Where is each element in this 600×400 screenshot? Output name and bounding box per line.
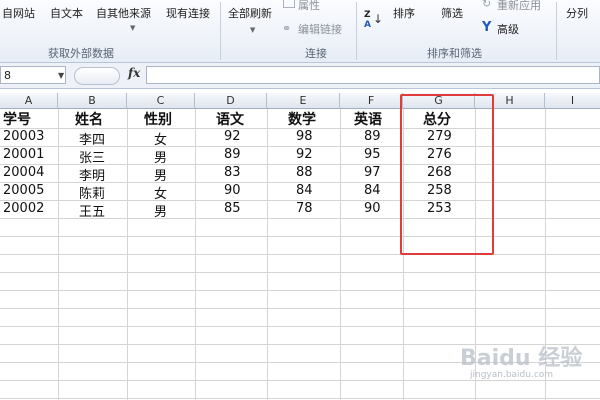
table-cell[interactable]: 95 xyxy=(364,147,381,162)
formula-input[interactable] xyxy=(146,66,600,84)
table-header-cell[interactable]: 学号 xyxy=(3,109,31,129)
table-cell[interactable]: 84 xyxy=(296,183,313,198)
table-header-cell[interactable]: 语文 xyxy=(216,109,244,129)
table-cell[interactable]: 89 xyxy=(364,129,381,144)
grid-line xyxy=(0,236,600,237)
table-header-cell[interactable]: 英语 xyxy=(354,109,382,129)
table-cell[interactable]: 男 xyxy=(154,201,167,220)
column-header-b[interactable]: B xyxy=(58,93,127,109)
column-header-c[interactable]: C xyxy=(127,93,195,109)
baidu-watermark-url: jingyan.baidu.com xyxy=(470,370,554,380)
column-header-i[interactable]: I xyxy=(545,93,600,109)
refresh-all-button[interactable]: 全部刷新 xyxy=(228,5,272,21)
table-cell[interactable]: 李四 xyxy=(79,129,105,148)
column-header-d[interactable]: D xyxy=(195,93,267,109)
table-cell[interactable]: 92 xyxy=(224,129,241,144)
ribbon-separator xyxy=(220,2,221,60)
table-cell[interactable]: 90 xyxy=(224,183,241,198)
from-text-button[interactable]: 自文本 xyxy=(50,5,83,21)
grid-line xyxy=(0,254,600,255)
table-cell[interactable]: 男 xyxy=(154,165,167,184)
table-cell[interactable]: 陈莉 xyxy=(79,183,105,202)
from-web-button[interactable]: 自网站 xyxy=(2,5,35,21)
advanced-button[interactable]: 高级 xyxy=(497,21,519,37)
text-to-columns-button[interactable]: 分列 xyxy=(566,5,588,21)
table-cell[interactable]: 20001 xyxy=(3,147,44,162)
table-cell[interactable]: 78 xyxy=(296,201,313,216)
column-header-f[interactable]: F xyxy=(340,93,403,109)
insert-function-icon[interactable]: fx xyxy=(128,66,140,80)
connections-group-label: 连接 xyxy=(305,47,327,60)
baidu-watermark: Baidu 经验 xyxy=(460,346,583,371)
filter-button[interactable]: 筛选 xyxy=(441,5,463,21)
properties-button[interactable]: 属性 xyxy=(298,0,320,13)
table-cell[interactable]: 97 xyxy=(364,165,381,180)
grid-line xyxy=(0,272,600,273)
name-box[interactable]: 8 xyxy=(0,66,66,84)
sort-icon-letter-top: Z xyxy=(364,10,371,20)
table-cell[interactable]: 83 xyxy=(224,165,241,180)
table-cell[interactable]: 李明 xyxy=(79,165,105,184)
ribbon: 自网站 自文本 自其他来源 ▼ 现有连接 获取外部数据 全部刷新 ▼ 属性 ⚭ … xyxy=(0,0,600,63)
grid-line xyxy=(0,326,600,327)
table-cell[interactable]: 84 xyxy=(364,183,381,198)
table-cell[interactable]: 20002 xyxy=(3,201,44,216)
reapply-icon: ↻ xyxy=(482,0,492,10)
table-cell[interactable]: 98 xyxy=(296,129,313,144)
formula-bar-buttons[interactable] xyxy=(74,67,120,85)
ribbon-separator xyxy=(356,2,357,60)
table-cell[interactable]: 王五 xyxy=(79,201,105,220)
table-cell[interactable]: 85 xyxy=(224,201,241,216)
advanced-filter-icon: Y xyxy=(482,20,492,35)
arrow-down-icon: ↓ xyxy=(373,12,384,26)
table-cell[interactable]: 20003 xyxy=(3,129,44,144)
grid-line xyxy=(0,290,600,291)
grid-line xyxy=(0,398,600,399)
sort-filter-group-label: 排序和筛选 xyxy=(427,47,482,60)
grid-line xyxy=(0,308,600,309)
table-cell[interactable]: 女 xyxy=(154,129,167,148)
table-cell[interactable]: 20005 xyxy=(3,183,44,198)
properties-icon xyxy=(283,0,295,8)
table-cell[interactable]: 男 xyxy=(154,147,167,166)
chevron-down-icon[interactable]: ▼ xyxy=(250,26,255,34)
table-header-cell[interactable]: 性别 xyxy=(144,109,172,129)
table-header-cell[interactable]: 数学 xyxy=(288,109,316,129)
get-external-data-group-label: 获取外部数据 xyxy=(48,47,114,60)
table-cell[interactable]: 92 xyxy=(296,147,313,162)
ribbon-separator xyxy=(556,2,557,60)
chevron-down-icon[interactable]: ▼ xyxy=(130,24,135,32)
column-header-a[interactable]: A xyxy=(0,93,58,109)
table-cell[interactable]: 89 xyxy=(224,147,241,162)
table-cell[interactable]: 张三 xyxy=(79,147,105,166)
chevron-down-icon[interactable]: ▼ xyxy=(58,71,64,80)
link-icon: ⚭ xyxy=(282,22,292,35)
sort-az-icon[interactable]: Z A ↓ xyxy=(364,10,386,34)
formula-bar: 8 ▼ fx xyxy=(0,63,600,89)
from-other-sources-button[interactable]: 自其他来源 xyxy=(96,5,151,21)
table-header-cell[interactable]: 姓名 xyxy=(75,109,103,129)
sort-button[interactable]: 排序 xyxy=(393,5,415,21)
table-cell[interactable]: 88 xyxy=(296,165,313,180)
table-cell[interactable]: 女 xyxy=(154,183,167,202)
edit-links-button[interactable]: 编辑链接 xyxy=(298,21,342,37)
reapply-button[interactable]: 重新应用 xyxy=(497,0,541,13)
total-column-highlight xyxy=(400,94,494,255)
table-cell[interactable]: 20004 xyxy=(3,165,44,180)
column-header-e[interactable]: E xyxy=(267,93,340,109)
grid-line xyxy=(0,380,600,381)
sort-icon-letter-bottom: A xyxy=(364,20,371,30)
table-cell[interactable]: 90 xyxy=(364,201,381,216)
existing-connections-button[interactable]: 现有连接 xyxy=(166,5,210,21)
